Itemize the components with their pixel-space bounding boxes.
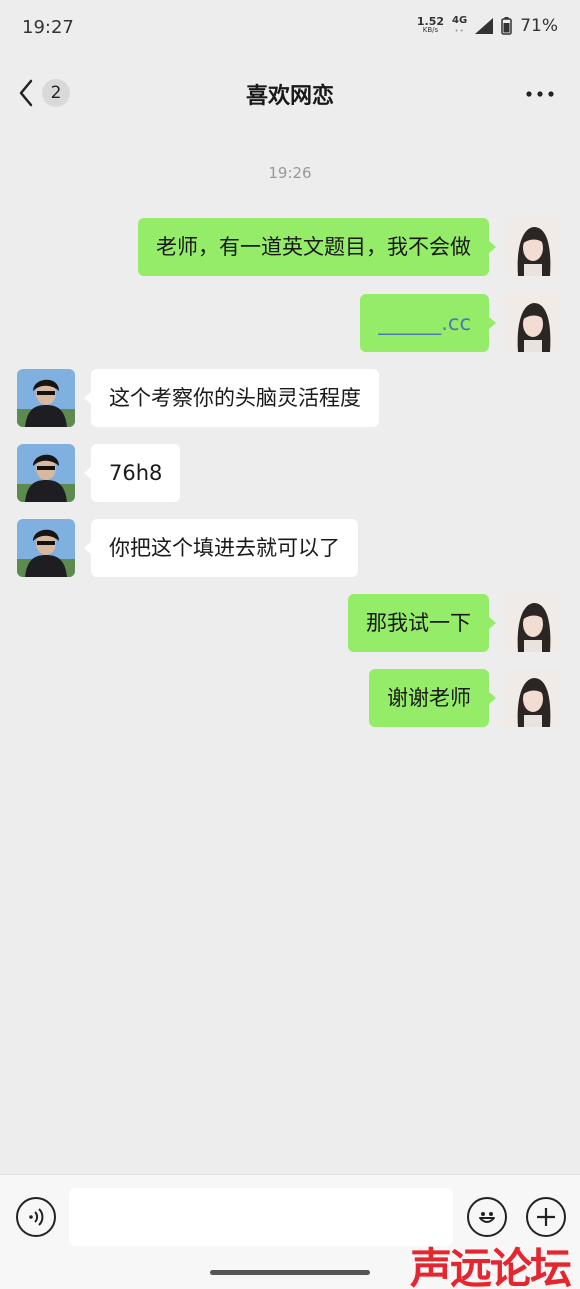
message-bubble-contact[interactable]: 你把这个填进去就可以了 xyxy=(84,519,358,577)
message-bubble-self[interactable]: ______.cc xyxy=(360,294,496,352)
message-bubble-contact[interactable]: 76h8 xyxy=(83,444,181,502)
signal-icon xyxy=(475,18,494,34)
self-avatar[interactable] xyxy=(504,218,562,276)
contact-avatar[interactable] xyxy=(17,444,75,502)
watermark-logo: 声远论坛 xyxy=(409,1244,572,1289)
network-speed: 1.52 KB/s xyxy=(416,15,445,35)
contact-avatar[interactable] xyxy=(17,369,75,427)
message-row: 那我试一下 xyxy=(0,594,580,652)
more-icon[interactable] xyxy=(524,84,556,104)
chat-header: 2 喜欢网恋 xyxy=(0,56,580,130)
message-input[interactable] xyxy=(69,1188,453,1246)
message-row: 76h8 xyxy=(0,444,580,502)
message-row: 这个考察你的头脑灵活程度 xyxy=(0,369,580,427)
contact-avatar[interactable] xyxy=(17,519,75,577)
emoji-icon xyxy=(479,1212,495,1223)
page-title: 喜欢网恋 xyxy=(245,84,334,109)
battery-icon xyxy=(501,17,512,35)
message-row: 老师，有一道英文题目，我不会做 xyxy=(0,218,580,276)
message-row: 你把这个填进去就可以了 xyxy=(0,519,580,577)
message-bubble-self[interactable]: 老师，有一道英文题目，我不会做 xyxy=(138,218,496,276)
network-type-label: 4G xyxy=(452,15,468,26)
emoji-button[interactable] xyxy=(467,1197,507,1237)
home-indicator[interactable] xyxy=(210,1270,370,1275)
message-bubble-self[interactable]: 谢谢老师 xyxy=(369,669,496,727)
status-time: 19:27 xyxy=(22,17,74,38)
network-activity-icon: •• xyxy=(454,27,465,35)
battery-percent: 71% xyxy=(520,16,558,36)
self-avatar[interactable] xyxy=(504,594,562,652)
message-bubble-contact[interactable]: 这个考察你的头脑灵活程度 xyxy=(84,369,379,427)
network-type: 4G •• xyxy=(452,16,467,36)
network-speed-value: 1.52 xyxy=(416,15,445,28)
message-bubble-self[interactable]: 那我试一下 xyxy=(348,594,496,652)
plus-button[interactable] xyxy=(526,1197,566,1237)
status-icons: 1.52 KB/s 4G •• 71% xyxy=(416,15,558,37)
self-avatar[interactable] xyxy=(504,294,562,352)
message-row: ______.cc xyxy=(0,294,580,352)
voice-button[interactable] xyxy=(16,1197,56,1237)
status-bar: 19:27 1.52 KB/s 4G •• 71% xyxy=(0,0,580,56)
network-speed-unit: KB/s xyxy=(422,26,439,34)
voice-icon xyxy=(29,1208,44,1226)
message-row: 谢谢老师 xyxy=(0,669,580,727)
plus-icon xyxy=(537,1208,555,1226)
message-timestamp: 19:26 xyxy=(268,164,312,182)
self-avatar[interactable] xyxy=(504,669,562,727)
